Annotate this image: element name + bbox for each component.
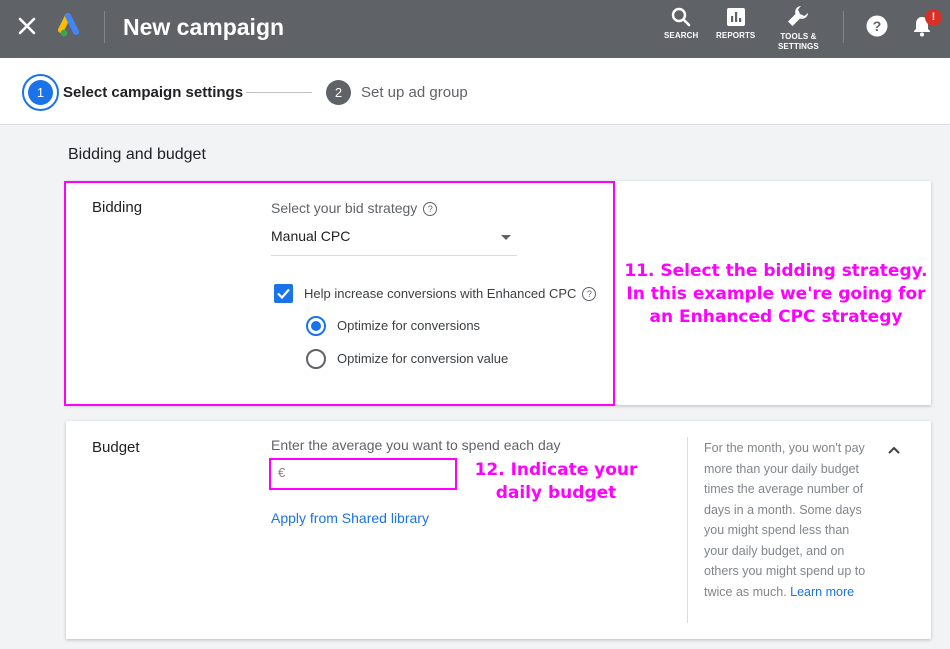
help-circle-icon[interactable]: ? <box>582 287 597 301</box>
budget-row-label: Budget <box>92 439 140 456</box>
bidding-annotation-line: 11. Select the bidding strategy. <box>624 261 928 281</box>
chevron-up-icon[interactable] <box>884 440 904 460</box>
step-2-number[interactable]: 2 <box>326 80 351 105</box>
search-button[interactable]: SEARCH <box>664 6 698 41</box>
svg-text:?: ? <box>873 18 882 34</box>
top-bar: New campaign SEARCH REPORTS TOOLS & SETT… <box>0 0 950 58</box>
learn-more-link[interactable]: Learn more <box>790 585 854 599</box>
reports-icon <box>726 8 745 26</box>
daily-budget-input[interactable]: € <box>269 458 457 490</box>
budget-annotation-line: daily budget <box>495 483 617 503</box>
tools-settings-button[interactable]: TOOLS & SETTINGS <box>778 3 819 52</box>
enhanced-cpc-label: Help increase conversions with Enhanced … <box>304 286 597 301</box>
step-connector <box>246 92 312 93</box>
google-ads-logo-icon <box>58 13 79 37</box>
bid-strategy-select[interactable]: Manual CPC <box>271 226 517 256</box>
search-icon <box>671 7 691 27</box>
radio-optimize-conversion-value-label: Optimize for conversion value <box>337 351 509 366</box>
step-2-label[interactable]: Set up ad group <box>361 84 468 101</box>
reports-button[interactable]: REPORTS <box>716 6 755 41</box>
budget-help-body: For the month, you won't pay more than y… <box>704 441 866 599</box>
budget-prompt: Enter the average you want to spend each… <box>271 437 561 453</box>
topbar-divider <box>843 11 844 43</box>
help-icon[interactable]: ? <box>866 15 888 37</box>
bidding-row-label: Bidding <box>92 199 143 216</box>
budget-annotation: 12. Indicate your daily budget <box>466 459 646 505</box>
topbar-divider <box>104 11 105 43</box>
help-circle-icon[interactable]: ? <box>423 202 438 216</box>
currency-symbol: € <box>278 465 286 480</box>
wrench-icon <box>788 6 809 26</box>
checkmark-icon <box>277 288 290 300</box>
bid-strategy-label-text: Select your bid strategy <box>271 200 418 216</box>
bid-strategy-label: Select your bid strategy? <box>271 200 438 216</box>
dropdown-caret-icon <box>501 235 511 240</box>
bidding-annotation: 11. Select the bidding strategy. In this… <box>618 260 934 329</box>
step-1-label[interactable]: Select campaign settings <box>63 84 243 101</box>
budget-annotation-line: 12. Indicate your <box>474 460 638 480</box>
enhanced-cpc-checkbox[interactable] <box>274 284 293 303</box>
budget-help-text: For the month, you won't pay more than y… <box>704 438 872 602</box>
radio-optimize-conversions[interactable] <box>306 316 326 336</box>
notification-badge: ! <box>925 9 942 26</box>
section-title: Bidding and budget <box>68 146 206 163</box>
enhanced-cpc-label-text: Help increase conversions with Enhanced … <box>304 286 577 301</box>
budget-divider <box>687 437 688 623</box>
close-icon[interactable] <box>13 12 41 40</box>
search-label: SEARCH <box>664 31 699 40</box>
stepper: 1 Select campaign settings 2 Set up ad g… <box>0 58 950 125</box>
bidding-annotation-line: an Enhanced CPC strategy <box>649 307 903 327</box>
page-title: New campaign <box>123 14 285 40</box>
bid-strategy-value: Manual CPC <box>271 228 351 244</box>
tools-label-line1: TOOLS & <box>780 32 817 41</box>
reports-label: REPORTS <box>716 31 756 40</box>
bidding-annotation-line: In this example we're going for <box>626 284 926 304</box>
shared-library-link[interactable]: Apply from Shared library <box>271 510 429 526</box>
tools-label-line2: SETTINGS <box>778 42 819 51</box>
step-1-number[interactable]: 1 <box>28 80 53 105</box>
radio-optimize-conversion-value[interactable] <box>306 349 326 369</box>
radio-optimize-conversions-label: Optimize for conversions <box>337 318 481 333</box>
